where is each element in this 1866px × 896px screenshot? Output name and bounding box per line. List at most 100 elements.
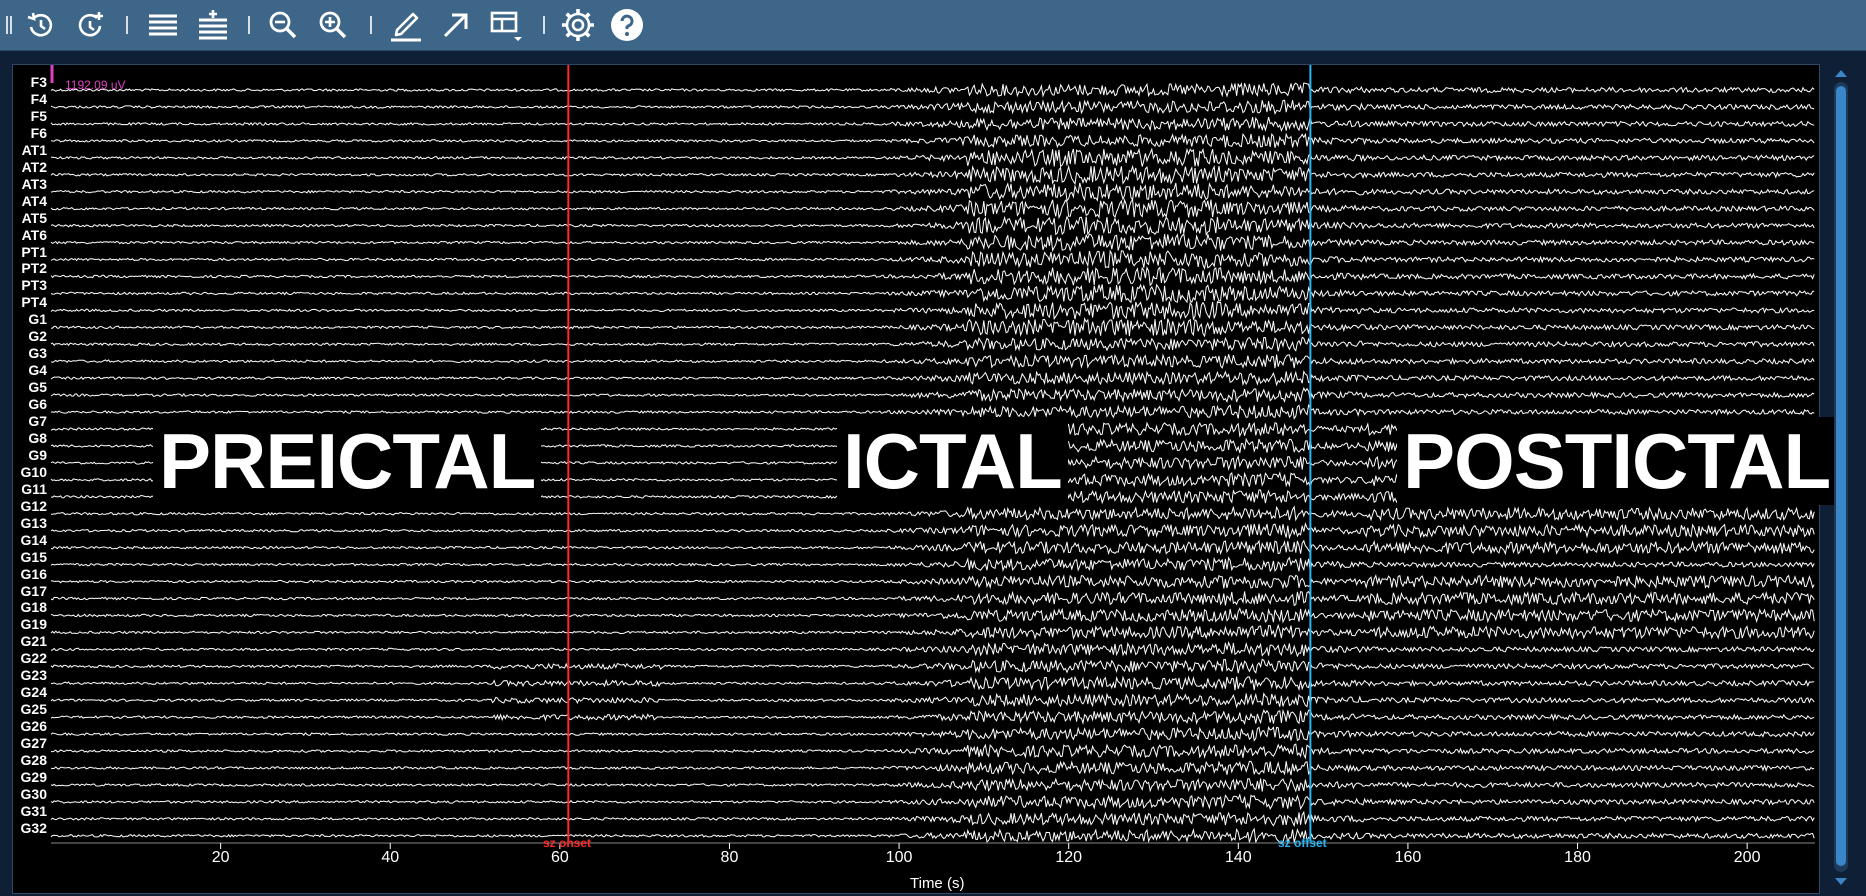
channel-label: G28 [20, 752, 47, 768]
x-tick-label: 40 [381, 849, 400, 866]
channel-add-icon [197, 10, 229, 40]
channel-label: G18 [20, 599, 47, 616]
eeg-trace [50, 370, 1815, 387]
zoom-out-button[interactable] [263, 5, 303, 45]
eeg-trace [50, 215, 1815, 237]
channel-label: G7 [28, 413, 47, 429]
x-tick-label: 160 [1394, 849, 1422, 866]
eeg-trace [50, 658, 1815, 674]
channel-label: G21 [20, 633, 47, 650]
eeg-trace [50, 132, 1815, 149]
eeg-trace [50, 198, 1815, 220]
eeg-trace [50, 692, 1815, 709]
eeg-trace [50, 353, 1815, 369]
eeg-trace [50, 317, 1815, 338]
toolbar [0, 0, 1866, 51]
toolbar-separator [543, 16, 545, 34]
scale-bar-label: 1192.09 uV [65, 78, 126, 92]
eeg-trace [50, 590, 1815, 607]
eeg-trace [50, 573, 1815, 590]
history-add-button[interactable] [70, 5, 110, 45]
channel-label: G16 [20, 565, 47, 582]
channel-label: F5 [30, 107, 47, 124]
channel-list-button[interactable] [143, 5, 183, 45]
settings-button[interactable] [558, 5, 598, 45]
channel-label: AT2 [21, 158, 47, 175]
eeg-trace [50, 708, 1815, 725]
x-tick-label: 180 [1564, 849, 1591, 866]
eeg-trace [50, 249, 1815, 271]
channel-label: G1 [28, 311, 47, 328]
history-back-icon [25, 10, 55, 40]
x-tick-label: 200 [1733, 849, 1761, 866]
channel-label: G29 [20, 768, 47, 785]
eeg-trace [50, 336, 1815, 352]
channel-label: G10 [20, 463, 47, 480]
channel-label: AT4 [21, 192, 47, 209]
eeg-trace [50, 675, 1815, 692]
channel-label: PT4 [21, 294, 47, 311]
channel-label: AT1 [21, 141, 47, 158]
eeg-trace [50, 505, 1815, 522]
vertical-scrollbar[interactable] [1834, 82, 1848, 872]
channel-label: G5 [28, 379, 47, 396]
channel-label: G23 [20, 667, 47, 684]
eeg-trace [50, 232, 1815, 253]
channel-label: G8 [28, 429, 47, 446]
channel-label: G26 [20, 718, 47, 735]
zoom-in-icon [318, 10, 348, 40]
channel-label: F6 [30, 124, 47, 141]
eeg-viewer[interactable]: F3 F4 F5 F6 AT1 AT2 AT3 AT4 AT5 AT6 PT1 PT2 PT3 PT4 G1… [12, 64, 1837, 894]
toolbar-grip [6, 16, 8, 34]
channel-label: G25 [20, 701, 47, 718]
channel-label: PT1 [21, 243, 47, 260]
channel-label: G12 [20, 497, 47, 514]
x-tick-label: 20 [211, 849, 230, 866]
x-tick-label: 120 [1055, 849, 1083, 866]
channel-label: G2 [28, 328, 47, 345]
channel-label: AT5 [21, 209, 47, 226]
scrollbar-thumb[interactable] [1836, 86, 1846, 866]
channel-label: G6 [28, 396, 47, 413]
eeg-trace [50, 725, 1815, 742]
x-tick-label: 60 [550, 849, 569, 866]
eeg-trace [50, 556, 1815, 573]
channel-label: G14 [20, 531, 47, 548]
phase-label-postictal: POSTICTAL [1397, 417, 1837, 505]
history-add-icon [75, 10, 105, 40]
eeg-trace [50, 641, 1815, 658]
channel-label: F4 [30, 90, 47, 107]
channel-label: G31 [20, 802, 47, 819]
layout-menu-button[interactable] [487, 5, 527, 45]
x-tick-label: 140 [1224, 849, 1252, 866]
sz-onset-label: sz onset [543, 836, 592, 850]
annotate-pen-button[interactable] [386, 5, 426, 45]
eeg-trace [50, 810, 1815, 828]
layout-menu-icon [489, 7, 525, 43]
help-icon [610, 8, 644, 42]
channel-list-icon [147, 10, 179, 40]
channel-label: G30 [20, 785, 47, 802]
channel-label: PT2 [21, 260, 47, 277]
eeg-trace [50, 147, 1815, 168]
zoom-in-button[interactable] [313, 5, 353, 45]
arrow-tool-button[interactable] [436, 5, 476, 45]
scroll-down-arrow-icon[interactable] [1835, 878, 1847, 885]
x-tick-label: 100 [885, 849, 913, 866]
toolbar-separator [248, 16, 250, 34]
channel-label: G17 [20, 582, 47, 599]
toolbar-separator [126, 16, 128, 34]
help-button[interactable] [607, 5, 647, 45]
channel-label: AT3 [21, 175, 47, 192]
scroll-up-arrow-icon[interactable] [1835, 70, 1847, 77]
history-back-button[interactable] [20, 5, 60, 45]
eeg-trace [50, 827, 1815, 845]
channel-add-button[interactable] [193, 5, 233, 45]
eeg-trace [50, 623, 1815, 641]
eeg-trace [50, 522, 1815, 540]
eeg-trace [50, 99, 1815, 116]
eeg-trace [50, 116, 1815, 132]
channel-label: G19 [20, 616, 47, 633]
eeg-trace [50, 539, 1815, 556]
channel-label: F3 [30, 74, 47, 90]
